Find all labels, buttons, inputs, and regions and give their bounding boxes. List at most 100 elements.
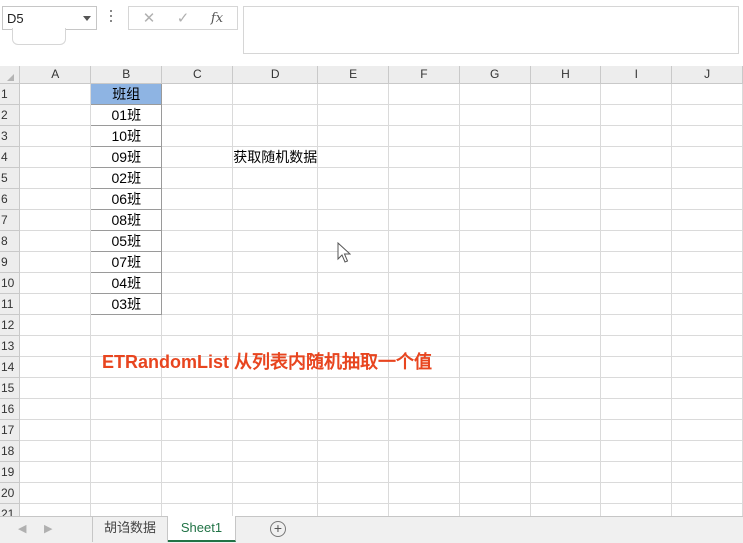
cell-c9[interactable]	[161, 251, 234, 273]
cell-i2[interactable]	[600, 104, 673, 126]
row-header-15[interactable]: 15	[0, 377, 21, 399]
cell-j16[interactable]	[671, 398, 743, 420]
cell-f12[interactable]	[388, 314, 460, 336]
cell-f2[interactable]	[388, 104, 460, 126]
column-header-g[interactable]: G	[459, 66, 531, 84]
cell-d6[interactable]	[232, 188, 319, 210]
cell-c21[interactable]	[161, 503, 234, 516]
cell-e10[interactable]	[317, 272, 389, 294]
cell-c1[interactable]	[161, 83, 234, 105]
cell-e16[interactable]	[317, 398, 389, 420]
cell-j14[interactable]	[671, 356, 743, 378]
column-header-d[interactable]: D	[232, 66, 319, 84]
cell-a20[interactable]	[19, 482, 92, 504]
cell-c15[interactable]	[161, 377, 234, 399]
cell-b8[interactable]: 05班	[90, 229, 163, 252]
cell-d10[interactable]	[232, 272, 319, 294]
cell-b12[interactable]	[90, 314, 163, 336]
more-options-icon[interactable]	[109, 10, 113, 26]
cell-b17[interactable]	[90, 419, 163, 441]
row-header-17[interactable]: 17	[0, 419, 21, 441]
cell-e5[interactable]	[317, 167, 389, 189]
cell-b9[interactable]: 07班	[90, 250, 163, 273]
cell-f11[interactable]	[388, 293, 460, 315]
cell-i6[interactable]	[600, 188, 673, 210]
cell-f21[interactable]	[388, 503, 460, 516]
cell-a18[interactable]	[19, 440, 92, 462]
cell-b7[interactable]: 08班	[90, 208, 163, 231]
cell-j5[interactable]	[671, 167, 743, 189]
cell-e7[interactable]	[317, 209, 389, 231]
sheet-tab-1[interactable]: 胡诌数据	[92, 516, 168, 542]
cell-a9[interactable]	[19, 251, 92, 273]
row-header-11[interactable]: 11	[0, 293, 21, 315]
cell-g6[interactable]	[459, 188, 531, 210]
cell-f6[interactable]	[388, 188, 460, 210]
row-header-3[interactable]: 3	[0, 125, 21, 147]
cell-a17[interactable]	[19, 419, 92, 441]
cell-c3[interactable]	[161, 125, 234, 147]
cell-b21[interactable]	[90, 503, 163, 516]
cell-e3[interactable]	[317, 125, 389, 147]
cell-g12[interactable]	[459, 314, 531, 336]
cell-a21[interactable]	[19, 503, 92, 516]
cell-i8[interactable]	[600, 230, 673, 252]
row-header-7[interactable]: 7	[0, 209, 21, 231]
cell-b2[interactable]: 01班	[90, 103, 163, 126]
row-header-20[interactable]: 20	[0, 482, 21, 504]
cell-j1[interactable]	[671, 83, 743, 105]
cell-a14[interactable]	[19, 356, 92, 378]
cancel-icon[interactable]: ✕	[137, 9, 161, 29]
row-header-9[interactable]: 9	[0, 251, 21, 273]
cell-i12[interactable]	[600, 314, 673, 336]
cell-h5[interactable]	[530, 167, 602, 189]
cell-g18[interactable]	[459, 440, 531, 462]
cell-g17[interactable]	[459, 419, 531, 441]
cell-h16[interactable]	[530, 398, 602, 420]
cell-i18[interactable]	[600, 440, 673, 462]
cell-b16[interactable]	[90, 398, 163, 420]
row-header-14[interactable]: 14	[0, 356, 21, 378]
cell-j12[interactable]	[671, 314, 743, 336]
select-all-corner[interactable]	[0, 66, 21, 84]
chevron-down-icon[interactable]	[83, 16, 91, 21]
cell-h13[interactable]	[530, 335, 602, 357]
enter-icon[interactable]: ✓	[171, 9, 195, 29]
cell-c12[interactable]	[161, 314, 234, 336]
row-header-1[interactable]: 1	[0, 83, 21, 105]
cell-i21[interactable]	[600, 503, 673, 516]
cell-g20[interactable]	[459, 482, 531, 504]
cell-b5[interactable]: 02班	[90, 166, 163, 189]
cell-a5[interactable]	[19, 167, 92, 189]
cell-g7[interactable]	[459, 209, 531, 231]
cell-a1[interactable]	[19, 83, 92, 105]
cell-d1[interactable]	[232, 83, 319, 105]
cell-d5[interactable]	[232, 167, 319, 189]
cell-e12[interactable]	[317, 314, 389, 336]
cell-c5[interactable]	[161, 167, 234, 189]
cell-c10[interactable]	[161, 272, 234, 294]
cell-f4[interactable]	[388, 146, 460, 168]
cell-a3[interactable]	[19, 125, 92, 147]
cell-j9[interactable]	[671, 251, 743, 273]
cell-d18[interactable]	[232, 440, 319, 462]
cell-d3[interactable]	[232, 125, 319, 147]
cell-g10[interactable]	[459, 272, 531, 294]
cell-e1[interactable]	[317, 83, 389, 105]
cell-g5[interactable]	[459, 167, 531, 189]
cell-f1[interactable]	[388, 83, 460, 105]
cell-j10[interactable]	[671, 272, 743, 294]
cell-h20[interactable]	[530, 482, 602, 504]
cell-i15[interactable]	[600, 377, 673, 399]
cell-d21[interactable]	[232, 503, 319, 516]
cell-f8[interactable]	[388, 230, 460, 252]
cell-h8[interactable]	[530, 230, 602, 252]
cell-a11[interactable]	[19, 293, 92, 315]
cell-h19[interactable]	[530, 461, 602, 483]
cell-g4[interactable]	[459, 146, 531, 168]
cell-h7[interactable]	[530, 209, 602, 231]
cell-f5[interactable]	[388, 167, 460, 189]
cell-j17[interactable]	[671, 419, 743, 441]
row-header-6[interactable]: 6	[0, 188, 21, 210]
column-header-e[interactable]: E	[317, 66, 389, 84]
